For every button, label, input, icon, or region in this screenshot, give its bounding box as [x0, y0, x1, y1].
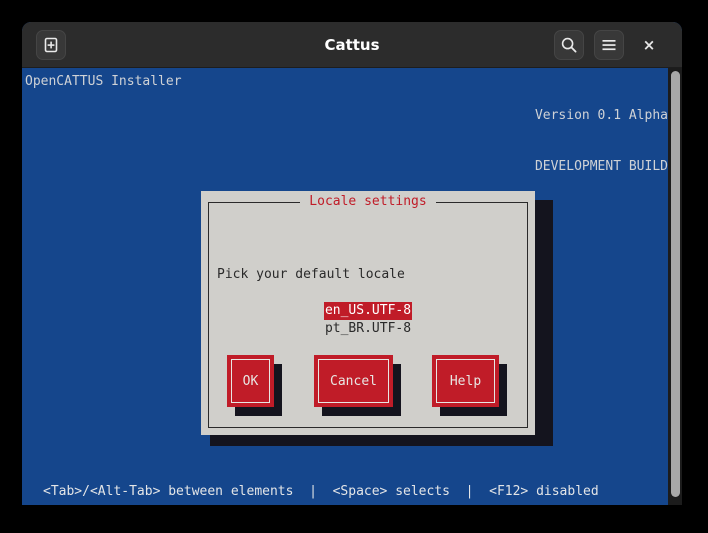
- close-button[interactable]: ×: [634, 30, 664, 60]
- list-item[interactable]: pt_BR.UTF-8: [201, 320, 535, 338]
- locale-option-en-us[interactable]: en_US.UTF-8: [323, 302, 413, 320]
- add-tab-icon: [43, 37, 59, 53]
- cancel-button[interactable]: Cancel: [314, 355, 393, 407]
- window-titlebar: Cattus ×: [22, 22, 682, 68]
- add-tab-button[interactable]: [36, 30, 66, 60]
- list-item[interactable]: en_US.UTF-8: [201, 302, 535, 320]
- keyboard-hints: <Tab>/<Alt-Tab> between elements | <Spac…: [43, 484, 599, 499]
- terminal-window: Cattus × OpenCATTUS Installer Version 0.…: [22, 22, 682, 505]
- locale-settings-dialog: Locale settings Pick your default locale…: [201, 191, 535, 435]
- ok-button[interactable]: OK: [227, 355, 274, 407]
- scrollbar[interactable]: [668, 68, 682, 505]
- dialog-title-text: Locale settings: [300, 194, 436, 209]
- search-button[interactable]: [554, 30, 584, 60]
- locale-list: en_US.UTF-8 pt_BR.UTF-8: [201, 302, 535, 338]
- locale-option-pt-br[interactable]: pt_BR.UTF-8: [324, 320, 412, 338]
- search-icon: [560, 36, 578, 54]
- dialog-title: Locale settings: [201, 191, 535, 212]
- ok-button-label: OK: [231, 359, 270, 403]
- version-info: Version 0.1 Alpha DEVELOPMENT BUILD: [535, 73, 668, 209]
- scrollbar-thumb[interactable]: [671, 71, 680, 497]
- cancel-button-label: Cancel: [318, 359, 389, 403]
- help-button[interactable]: Help: [432, 355, 499, 407]
- terminal-content: OpenCATTUS Installer Version 0.1 Alpha D…: [22, 68, 682, 505]
- version-line: Version 0.1 Alpha: [534, 108, 668, 123]
- dialog-button-row: OK Cancel Help: [201, 355, 535, 425]
- dialog-prompt: Pick your default locale: [217, 267, 405, 282]
- installer-title: OpenCATTUS Installer: [25, 74, 182, 89]
- close-icon: ×: [642, 36, 656, 54]
- hamburger-menu-icon: [600, 36, 618, 54]
- build-line: DEVELOPMENT BUILD: [534, 159, 668, 174]
- menu-button[interactable]: [594, 30, 624, 60]
- help-button-label: Help: [436, 359, 495, 403]
